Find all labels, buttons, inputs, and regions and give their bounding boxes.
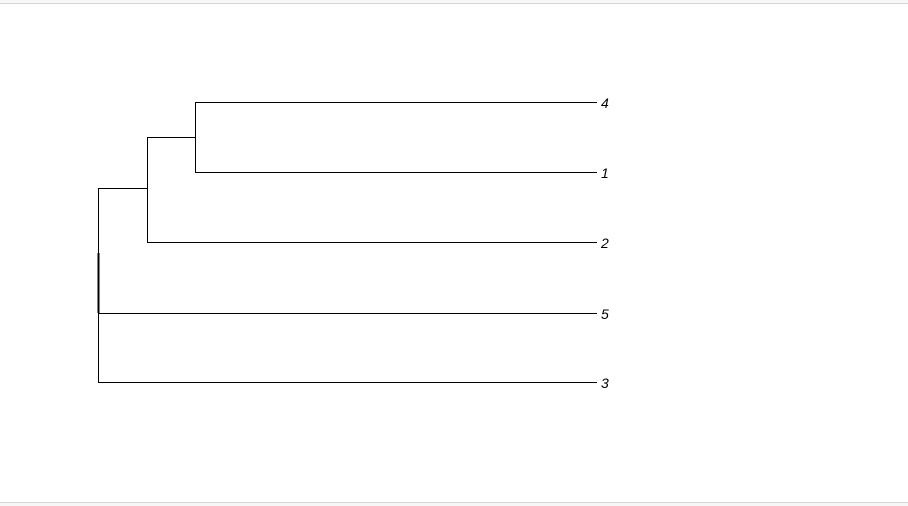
bottom-border	[0, 502, 908, 506]
tip-label-1: 1	[601, 165, 609, 181]
tip-label-2: 2	[600, 235, 609, 251]
tip-label-5: 5	[601, 306, 609, 322]
tip-label-3: 3	[601, 375, 609, 391]
phylogenetic-tree: 4 1 2 5 3	[97, 95, 609, 391]
tip-label-4: 4	[601, 95, 609, 111]
